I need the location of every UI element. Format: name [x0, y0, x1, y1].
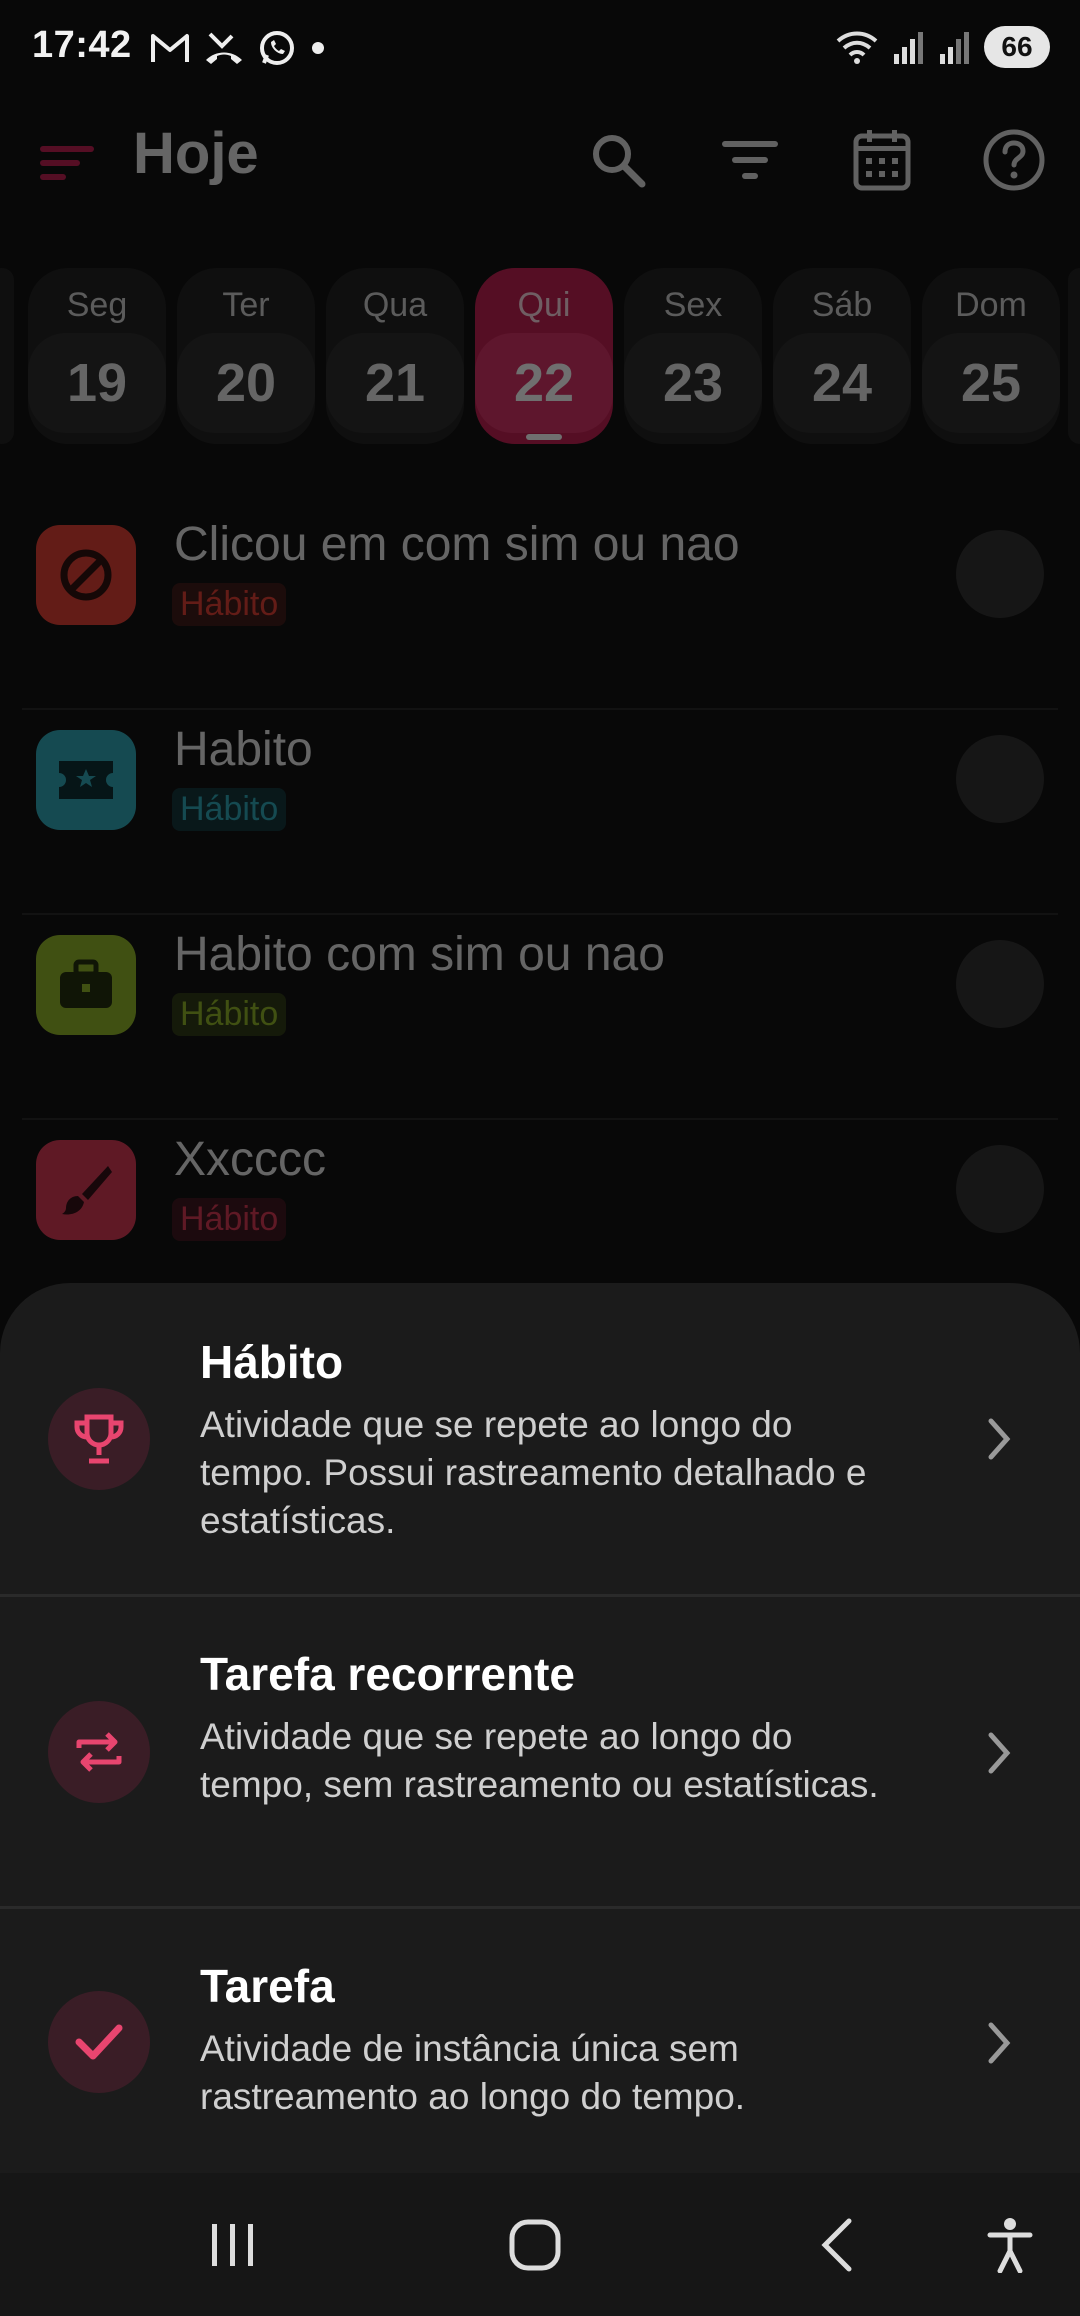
list-item[interactable]: Habito com sim ou nao Hábito: [22, 915, 1058, 1120]
day-partial: [1068, 268, 1080, 444]
chevron-right-icon: [980, 1723, 1020, 1783]
filter-icon: [722, 141, 778, 179]
battery-indicator: 66: [984, 26, 1050, 68]
block-icon: [36, 525, 136, 625]
trophy-icon: [48, 1388, 150, 1490]
day-ter[interactable]: Ter 20: [177, 268, 315, 444]
list-item[interactable]: Habito Hábito: [22, 710, 1058, 915]
habit-tag: Hábito: [172, 1198, 287, 1241]
habit-check-button[interactable]: [956, 1145, 1044, 1233]
habit-check-button[interactable]: [956, 735, 1044, 823]
status-bar: 17:42 66: [0, 0, 1080, 100]
habit-title: Habito com sim ou nao: [174, 928, 665, 981]
today-marker: [526, 434, 562, 440]
ticket-icon: [36, 730, 136, 830]
option-description: Atividade de instância única sem rastrea…: [200, 2028, 746, 2117]
status-time: 17:42: [32, 24, 132, 66]
habit-title: Xxcccc: [174, 1133, 327, 1186]
option-description: Atividade que se repete ao longo do temp…: [200, 1716, 879, 1805]
search-icon: [593, 135, 646, 188]
brush-icon: [36, 1140, 136, 1240]
option-habit[interactable]: Hábito Atividade que se repete ao longo …: [0, 1283, 1080, 1595]
habit-tag: Hábito: [172, 583, 287, 626]
habit-tag: Hábito: [172, 788, 287, 831]
option-title: Hábito: [200, 1336, 344, 1388]
calendar-button[interactable]: [842, 120, 922, 200]
list-item[interactable]: Clicou em com sim ou nao Hábito: [22, 505, 1058, 710]
top-app-bar: Hoje: [0, 110, 1080, 230]
signal-icon: [894, 32, 923, 64]
gmail-icon: [151, 34, 189, 62]
day-dom[interactable]: Dom 25: [922, 268, 1060, 444]
day-qua[interactable]: Qua 21: [326, 268, 464, 444]
option-description: Atividade que se repete ao longo do temp…: [200, 1404, 867, 1541]
day-seg[interactable]: Seg 19: [28, 268, 166, 444]
habit-tag: Hábito: [172, 993, 287, 1036]
wifi-icon: [836, 31, 878, 64]
home-button[interactable]: [485, 2203, 585, 2287]
accessibility-button[interactable]: [960, 2203, 1060, 2287]
menu-icon[interactable]: [38, 132, 98, 192]
chevron-right-icon: [980, 2013, 1020, 2073]
recents-button[interactable]: [183, 2203, 283, 2287]
recents-icon: [212, 2224, 253, 2266]
repeat-icon: [48, 1701, 150, 1803]
home-icon: [509, 2219, 561, 2271]
search-button[interactable]: [578, 120, 658, 200]
day-sex[interactable]: Sex 23: [624, 268, 762, 444]
habit-check-button[interactable]: [956, 940, 1044, 1028]
filter-button[interactable]: [710, 120, 790, 200]
option-recurring-task[interactable]: Tarefa recorrente Atividade que se repet…: [0, 1597, 1080, 1907]
option-task[interactable]: Tarefa Atividade de instância única sem …: [0, 1909, 1080, 2173]
back-icon: [821, 2218, 852, 2272]
calendar-icon: [853, 130, 911, 191]
option-title: Tarefa recorrente: [200, 1648, 575, 1700]
system-nav-bar: [0, 2173, 1080, 2316]
week-strip: Seg 19 Ter 20 Qua 21 Qui 22 Sex 23 Sáb 2…: [0, 268, 1080, 448]
habit-title: Habito: [174, 723, 313, 776]
missed-call-icon: [206, 32, 242, 64]
whatsapp-icon: [260, 31, 294, 65]
accessibility-icon: [987, 2218, 1033, 2273]
day-partial: [0, 268, 14, 444]
chevron-right-icon: [980, 1409, 1020, 1469]
option-title: Tarefa: [200, 1960, 335, 2012]
signal-icon: [940, 32, 969, 64]
new-activity-sheet: Hábito Atividade que se repete ao longo …: [0, 1283, 1080, 2173]
check-icon: [48, 1991, 150, 2093]
back-button[interactable]: [787, 2203, 887, 2287]
habit-check-button[interactable]: [956, 530, 1044, 618]
briefcase-icon: [36, 935, 136, 1035]
help-icon: [983, 129, 1045, 191]
dot-icon: [312, 42, 324, 54]
help-button[interactable]: [974, 120, 1054, 200]
habit-title: Clicou em com sim ou nao: [174, 518, 740, 571]
page-title: Hoje: [133, 121, 259, 186]
day-qui-selected[interactable]: Qui 22: [475, 268, 613, 444]
day-sab[interactable]: Sáb 24: [773, 268, 911, 444]
